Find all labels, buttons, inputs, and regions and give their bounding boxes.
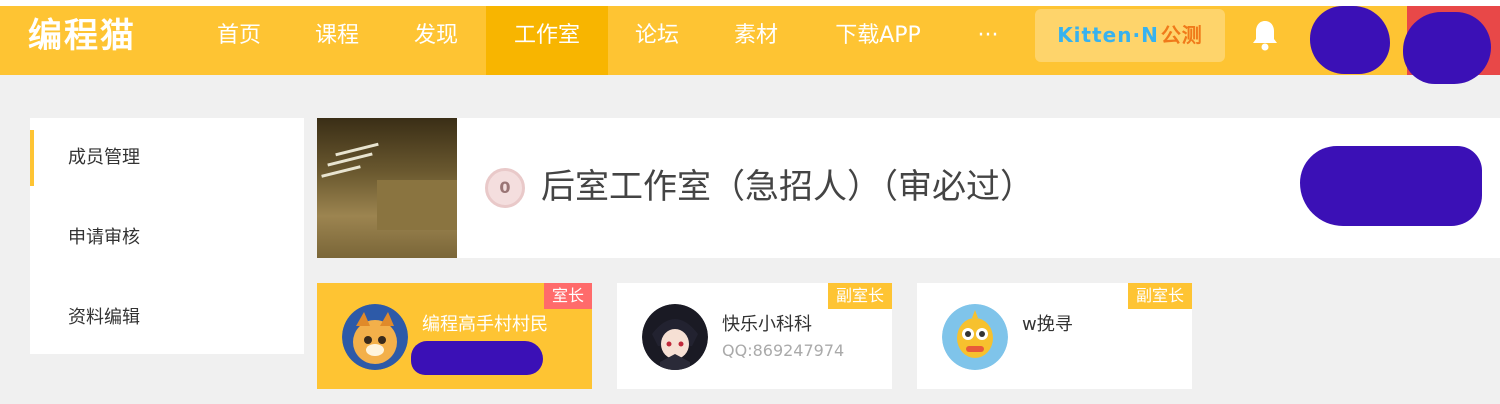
bell-icon[interactable] bbox=[1249, 18, 1281, 52]
studio-level-badge: 0 bbox=[485, 168, 525, 208]
kitten-n-beta-button[interactable]: Kitten·N 公测 bbox=[1035, 9, 1225, 62]
studio-info-redacted bbox=[1300, 146, 1482, 226]
member-avatar[interactable] bbox=[642, 304, 708, 370]
member-sub-redacted bbox=[411, 341, 543, 375]
sidebar-item-member-management[interactable]: 成员管理 bbox=[30, 130, 304, 186]
user-avatar-redacted[interactable] bbox=[1310, 6, 1390, 74]
studio-sidebar: 成员管理 申请审核 资料编辑 bbox=[30, 118, 304, 354]
nav-studio[interactable]: 工作室 bbox=[486, 6, 608, 75]
site-logo[interactable]: 编程猫 bbox=[28, 14, 136, 58]
kitten-brand: Kitten·N bbox=[1057, 23, 1159, 47]
role-badge-owner: 室长 bbox=[543, 283, 592, 309]
nav-more[interactable]: ··· bbox=[958, 6, 1018, 75]
nav-materials[interactable]: 素材 bbox=[717, 6, 795, 75]
sidebar-item-application-review[interactable]: 申请审核 bbox=[30, 210, 304, 266]
username-redacted bbox=[1403, 12, 1491, 84]
top-nav-bar: 编程猫 首页 课程 发现 工作室 论坛 素材 下载APP ··· Kitten·… bbox=[0, 0, 1500, 84]
nav-home[interactable]: 首页 bbox=[200, 6, 278, 75]
nav-discover[interactable]: 发现 bbox=[397, 6, 475, 75]
nav-forum[interactable]: 论坛 bbox=[618, 6, 696, 75]
role-badge-vice-owner: 副室长 bbox=[827, 283, 892, 309]
sidebar-item-profile-edit[interactable]: 资料编辑 bbox=[30, 290, 304, 346]
nav-courses[interactable]: 课程 bbox=[298, 6, 376, 75]
kitten-beta-tag: 公测 bbox=[1160, 23, 1203, 47]
member-card[interactable]: 副室长 快乐小科科 QQ:869247974 bbox=[617, 283, 892, 389]
member-name: w挽寻 bbox=[1022, 314, 1073, 335]
member-card[interactable]: 室长 编程高手村村民 bbox=[317, 283, 592, 389]
member-qq: QQ:869247974 bbox=[722, 341, 845, 360]
studio-title: 后室工作室（急招人）（审必过） bbox=[541, 167, 1034, 207]
member-avatar[interactable] bbox=[942, 304, 1008, 370]
member-name: 编程高手村村民 bbox=[422, 314, 548, 335]
member-name: 快乐小科科 bbox=[722, 314, 812, 335]
studio-cover-image bbox=[317, 118, 457, 258]
nav-download-app[interactable]: 下载APP bbox=[818, 6, 938, 75]
member-avatar[interactable] bbox=[342, 304, 408, 370]
studio-header: 0 后室工作室（急招人）（审必过） bbox=[317, 118, 1500, 258]
member-card[interactable]: 副室长 w挽寻 bbox=[917, 283, 1192, 389]
role-badge-vice-owner: 副室长 bbox=[1127, 283, 1192, 309]
